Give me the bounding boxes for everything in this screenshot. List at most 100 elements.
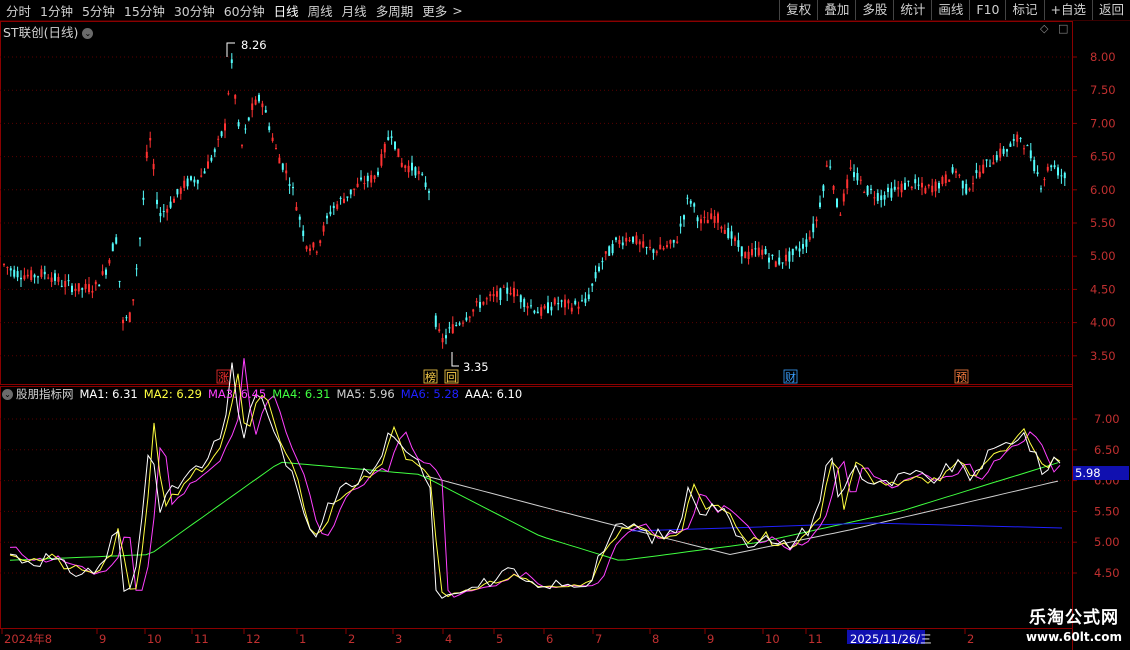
candle-body xyxy=(20,277,22,280)
toolbar-button[interactable]: 返回 xyxy=(1091,0,1130,20)
candle-body xyxy=(434,315,437,327)
candle-body xyxy=(159,212,162,217)
candle-body xyxy=(349,189,352,195)
period-tab[interactable]: 月线 xyxy=(338,1,372,20)
price-tick-label: 4.00 xyxy=(1090,316,1116,330)
candle-body xyxy=(900,183,903,193)
candle-body xyxy=(169,201,172,208)
candle-body xyxy=(523,299,526,308)
candle-body xyxy=(230,59,233,64)
candle-body xyxy=(883,195,886,200)
candle-body xyxy=(502,286,505,288)
candle-body xyxy=(370,175,373,183)
period-tab[interactable]: 分时 xyxy=(2,1,36,20)
candle-body xyxy=(666,245,668,248)
period-tab[interactable]: 日线 xyxy=(270,1,304,20)
candle-body xyxy=(312,242,315,248)
candle-body xyxy=(417,171,420,175)
event-marker-label[interactable]: 涨 xyxy=(218,371,229,384)
watermark-title: 乐淘公式网 xyxy=(1028,608,1119,628)
candle-body xyxy=(812,223,815,233)
candle-body xyxy=(319,240,322,244)
candle-body xyxy=(778,257,781,265)
event-marker-label[interactable]: 回 xyxy=(446,371,457,384)
candle-body xyxy=(485,298,488,300)
toolbar-button[interactable]: 画线 xyxy=(931,0,969,20)
price-tick-label: 7.00 xyxy=(1090,116,1116,130)
candle-body xyxy=(105,269,107,275)
candle-body xyxy=(785,254,787,262)
candle-body xyxy=(846,179,849,189)
candle-body xyxy=(366,175,369,182)
candle-body xyxy=(156,199,158,205)
chevron-right-icon[interactable]: > xyxy=(452,3,467,18)
toolbar-button[interactable]: 复权 xyxy=(779,0,817,20)
candle-body xyxy=(948,179,951,182)
candle-body xyxy=(723,229,726,234)
period-tab[interactable]: 周线 xyxy=(304,1,338,20)
event-marker-label[interactable]: 榜 xyxy=(425,370,436,384)
candle-body xyxy=(642,241,645,248)
candle-body xyxy=(638,241,641,245)
price-tick-label: 8.00 xyxy=(1090,50,1116,64)
candle-body xyxy=(271,137,274,141)
period-tab[interactable]: 30分钟 xyxy=(170,1,220,20)
candle-body xyxy=(543,305,546,309)
watermark-url: www.60lt.com xyxy=(1025,630,1122,644)
candle-body xyxy=(200,175,203,177)
candle-body xyxy=(98,284,101,287)
period-tab[interactable]: 5分钟 xyxy=(78,1,120,20)
chevron-down-icon[interactable]: ⌄ xyxy=(2,388,13,400)
candle-body xyxy=(37,276,39,278)
candle-body xyxy=(220,131,223,137)
candle-body xyxy=(261,103,264,108)
period-tab[interactable]: 60分钟 xyxy=(220,1,270,20)
candle-body xyxy=(411,162,413,171)
candle-body xyxy=(13,269,16,277)
candle-body xyxy=(448,327,451,329)
toolbar-button[interactable]: 叠加 xyxy=(817,0,855,20)
period-tab[interactable]: 1分钟 xyxy=(36,1,78,20)
candle-body xyxy=(336,204,339,209)
candle-body xyxy=(332,205,335,209)
toolbar-button[interactable]: 标记 xyxy=(1005,0,1043,20)
candle-body xyxy=(961,180,964,189)
period-tab[interactable]: 多周期 xyxy=(372,1,419,20)
toolbar-button[interactable]: F10 xyxy=(969,0,1005,20)
candle-body xyxy=(604,251,607,254)
candle-body xyxy=(203,171,206,174)
candle-body xyxy=(730,231,733,239)
candle-body xyxy=(917,184,920,186)
candle-body xyxy=(676,241,679,243)
candle-body xyxy=(808,236,811,240)
toolbar-button[interactable]: +自选 xyxy=(1043,0,1092,20)
candle-body xyxy=(696,217,699,222)
candle-body xyxy=(166,208,169,213)
candle-body xyxy=(581,300,583,302)
candle-body xyxy=(468,316,471,318)
period-tab[interactable]: 15分钟 xyxy=(120,1,170,20)
candle-body xyxy=(679,223,682,227)
candle-body xyxy=(421,173,424,175)
candle-body xyxy=(346,196,349,198)
candle-body xyxy=(380,154,383,166)
event-marker-label[interactable]: 预 xyxy=(956,371,967,384)
chevron-down-icon[interactable]: ⌄ xyxy=(82,28,94,39)
candle-body xyxy=(999,148,1002,158)
toolbar-button[interactable]: 统计 xyxy=(893,0,931,20)
stock-chart[interactable]: 8.00 7.50 7.00 6.50 6.00 5.50 5.00 4.50 4.00 3.50… xyxy=(0,21,1130,650)
event-marker-label[interactable]: 财 xyxy=(785,370,796,384)
time-axis-label: 2 xyxy=(967,632,974,646)
candle-body xyxy=(849,167,852,169)
period-tab[interactable]: 更多 xyxy=(418,1,452,20)
candle-body xyxy=(802,244,804,249)
candle-body xyxy=(564,299,566,308)
candle-body xyxy=(574,300,577,305)
candle-body xyxy=(655,251,658,253)
square-icon[interactable]: □ xyxy=(1058,22,1068,35)
toolbar-button[interactable]: 多股 xyxy=(855,0,893,20)
candle-body xyxy=(1026,145,1029,147)
diamond-icon[interactable]: ◇ xyxy=(1040,22,1048,35)
indicator-legend: ⌄ 股朋指标网 MA1: 6.31 MA2: 6.29 MA3: 6.45 MA4: … xyxy=(2,387,528,401)
ma6-line xyxy=(631,522,1063,532)
